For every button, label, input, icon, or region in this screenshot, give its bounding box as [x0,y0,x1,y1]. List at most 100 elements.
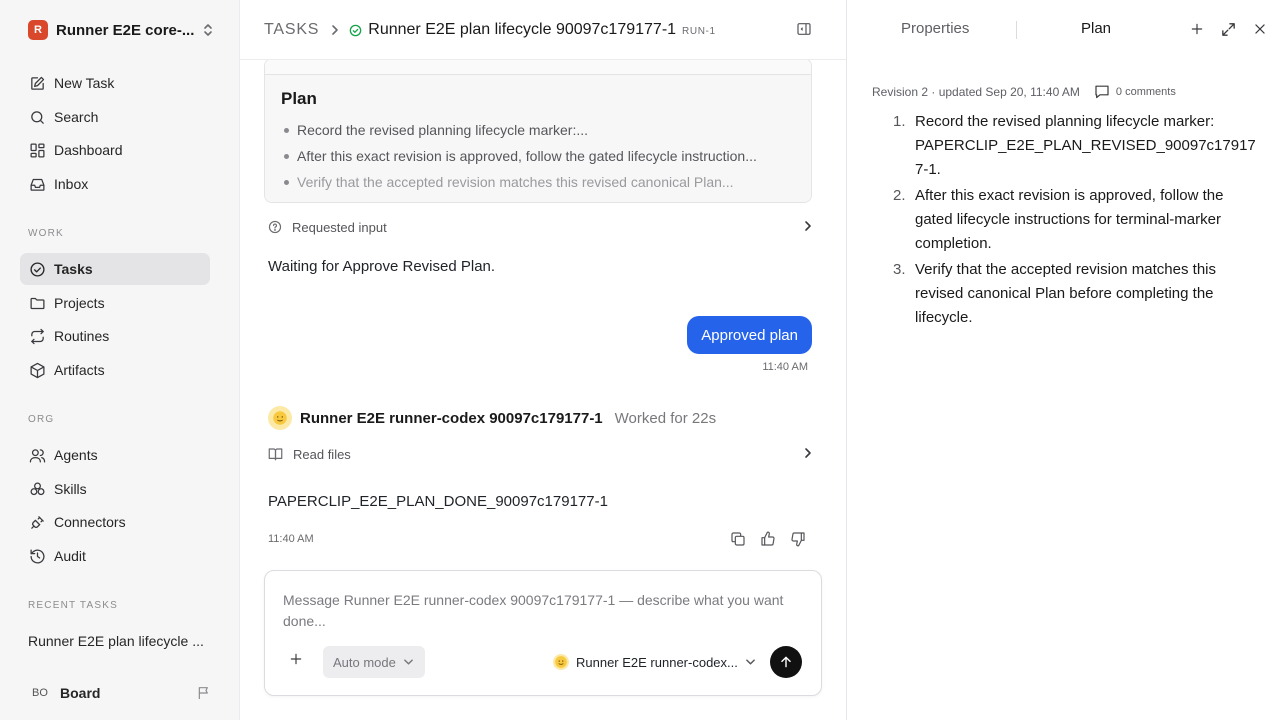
sidebar: R Runner E2E core-... New Task Search Da… [0,0,240,720]
section-label-org: ORG [28,414,55,425]
chevron-updown-icon [202,22,214,38]
grid-icon [28,141,46,159]
close-icon[interactable] [1253,21,1267,38]
workspace-logo: R [28,20,48,40]
plan-card-item: Verify that the accepted revision matche… [281,169,797,195]
skills-icon [28,480,46,498]
flag-icon[interactable] [196,685,212,701]
plan-item-text: Record the revised planning lifecycle ma… [915,113,1256,178]
agent-select[interactable]: Runner E2E runner-codex... [553,653,755,671]
check-circle-icon [28,260,46,278]
agent-name: Runner E2E runner-codex 90097c179177-1 [300,409,603,427]
nav-dashboard[interactable]: Dashboard [20,134,210,166]
nav-skills[interactable]: Skills [20,473,210,505]
workspace-name: Runner E2E core-... [56,21,195,39]
nav-label: Audit [54,548,86,564]
comments-count[interactable]: 0 comments [1116,86,1176,98]
nav-label: Search [54,109,99,125]
nav-search[interactable]: Search [20,101,210,133]
history-icon [28,547,46,565]
nav-tasks[interactable]: Tasks [20,253,210,285]
chevron-down-icon [746,659,755,665]
plan-card-title: Plan [281,89,317,108]
comment-icon[interactable] [1094,84,1110,99]
question-circle-icon [268,220,282,234]
message-timestamp: 11:40 AM [268,533,314,545]
run-id-badge: RUN-1 [682,26,716,37]
waiting-status-text: Waiting for Approve Revised Plan. [268,258,496,275]
breadcrumb-root[interactable]: TASKS [264,21,319,39]
thumbs-up-icon[interactable] [760,531,776,547]
nav-label: Skills [54,481,87,497]
revision-meta: Revision 2 · updated Sep 20, 11:40 AM 0 … [872,84,1176,99]
requested-input-label: Requested input [292,219,387,235]
recent-task-item[interactable]: Runner E2E plan lifecycle ... [28,633,204,649]
plan-card-header [265,59,811,75]
tool-call-label: Read files [293,446,351,462]
agent-avatar-icon [268,406,292,430]
requested-input-row[interactable]: Requested input [268,218,812,236]
plan-item-number: 2. [893,187,906,204]
nav-label: Agents [54,447,98,463]
nav-label: Artifacts [54,362,105,378]
book-icon [268,447,283,461]
message-composer[interactable]: Message Runner E2E runner-codex 90097c17… [264,570,822,696]
plan-item-number: 1. [893,113,906,130]
mode-select[interactable]: Auto mode [323,646,425,678]
tab-properties[interactable]: Properties [901,20,969,37]
folder-icon [28,294,46,312]
nav-routines[interactable]: Routines [20,320,210,352]
plan-card-item: Record the revised planning lifecycle ma… [281,117,797,143]
sidebar-toggle-icon[interactable] [796,21,812,37]
message-input[interactable]: Message Runner E2E runner-codex 90097c17… [283,590,803,632]
tab-divider [1016,21,1017,39]
nav-label: Tasks [54,261,93,277]
copy-icon[interactable] [730,531,746,547]
plan-list-item: 3. Verify that the accepted revision mat… [889,258,1259,330]
chevron-down-icon [404,659,413,665]
chevron-right-icon [804,220,812,232]
box-icon [28,361,46,379]
plan-panel: Properties Plan Revision 2 · updated Sep… [846,0,1280,720]
arrow-up-icon [779,655,793,669]
worked-duration: Worked for 22s [614,409,717,427]
plug-icon [28,513,46,531]
chevron-right-icon [804,447,812,459]
plus-icon[interactable] [1190,21,1204,38]
send-button[interactable] [770,646,802,678]
nav-inbox[interactable]: Inbox [20,168,210,200]
mode-label: Auto mode [333,654,396,670]
plan-card[interactable]: Plan Record the revised planning lifecyc… [264,58,812,203]
panel-actions [1190,21,1267,38]
nav-connectors[interactable]: Connectors [20,506,210,538]
nav-new-task[interactable]: New Task [20,67,210,99]
panel-tabs: Properties Plan [847,0,1280,60]
agent-avatar-icon [553,654,569,670]
tab-plan[interactable]: Plan [1081,20,1111,37]
inbox-icon [28,175,46,193]
nav-artifacts[interactable]: Artifacts [20,354,210,386]
page-title: Runner E2E plan lifecycle 90097c179177-1 [368,21,677,38]
nav-label: Routines [54,328,110,344]
tool-call-row[interactable]: Read files [268,445,812,463]
plan-item-text: After this exact revision is approved, f… [915,187,1224,252]
nav-projects[interactable]: Projects [20,287,210,319]
user-menu[interactable]: BO Board [28,683,212,703]
plus-icon[interactable] [289,652,303,666]
expand-icon[interactable] [1220,21,1237,38]
message-actions [730,531,806,547]
nav-audit[interactable]: Audit [20,540,210,572]
search-icon [28,108,46,126]
thumbs-down-icon[interactable] [790,531,806,547]
pencil-square-icon [28,74,46,92]
nav-label: Inbox [54,176,89,192]
plan-card-item: After this exact revision is approved, f… [281,143,797,169]
nav-label: Projects [54,295,105,311]
plan-list-item: 1. Record the revised planning lifecycle… [889,110,1259,182]
agent-message-header: Runner E2E runner-codex 90097c179177-1 W… [268,406,716,430]
task-thread: TASKS Runner E2E plan lifecycle 90097c17… [240,0,846,720]
nav-agents[interactable]: Agents [20,439,210,471]
plan-item-text: Verify that the accepted revision matche… [915,261,1216,326]
avatar: BO [32,687,48,699]
workspace-switcher[interactable]: R Runner E2E core-... [28,19,214,41]
